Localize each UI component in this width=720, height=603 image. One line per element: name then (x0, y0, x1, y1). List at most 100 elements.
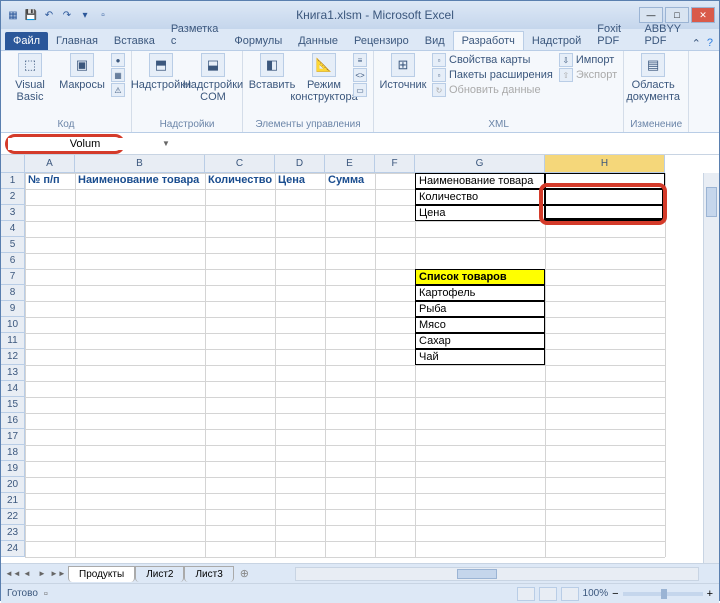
row-header[interactable]: 1 (1, 173, 25, 189)
import-button[interactable]: ⇩Импорт (559, 53, 617, 67)
row-header[interactable]: 4 (1, 221, 25, 237)
row-header[interactable]: 20 (1, 477, 25, 493)
scrollbar-thumb[interactable] (457, 569, 497, 579)
col-header[interactable]: A (25, 155, 75, 173)
cell[interactable]: № п/п (25, 173, 75, 189)
row-header[interactable]: 14 (1, 381, 25, 397)
cell[interactable]: Сумма (325, 173, 375, 189)
cell[interactable]: Сахар (415, 333, 545, 349)
row-header[interactable]: 17 (1, 429, 25, 445)
row-header[interactable]: 7 (1, 269, 25, 285)
help-icon[interactable]: ? (707, 37, 713, 50)
cell[interactable]: Список товаров (415, 269, 545, 285)
cell[interactable]: Рыба (415, 301, 545, 317)
ribbon-minimize-icon[interactable]: ⌃ (692, 37, 701, 50)
page-break-view-button[interactable] (561, 587, 579, 601)
com-addins-button[interactable]: ⬓Надстройки COM (190, 53, 236, 103)
normal-view-button[interactable] (517, 587, 535, 601)
addins-button[interactable]: ⬒Надстройки (138, 53, 184, 91)
horizontal-scrollbar[interactable] (295, 567, 699, 581)
map-props-button[interactable]: ▫Свойства карты (432, 53, 553, 67)
qat-item-icon[interactable]: ▫ (95, 7, 111, 23)
tab-Данные[interactable]: Данные (290, 32, 346, 50)
macro-record-icon[interactable]: ▫ (44, 588, 48, 600)
cell[interactable]: Наименование товара (415, 173, 545, 189)
tab-Foxit PDF[interactable]: Foxit PDF (589, 20, 636, 50)
row-header[interactable]: 18 (1, 445, 25, 461)
zoom-slider[interactable] (623, 592, 703, 596)
cell[interactable]: Количество (205, 173, 275, 189)
slider-thumb[interactable] (661, 589, 667, 599)
save-icon[interactable]: 💾 (23, 7, 39, 23)
source-button[interactable]: ⊞Источник (380, 53, 426, 91)
row-header[interactable]: 22 (1, 509, 25, 525)
undo-icon[interactable]: ↶ (41, 7, 57, 23)
tab-Вставка[interactable]: Вставка (106, 32, 163, 50)
tab-Рецензиро[interactable]: Рецензиро (346, 32, 417, 50)
row-header[interactable]: 12 (1, 349, 25, 365)
macros-button[interactable]: ▣Макросы (59, 53, 105, 91)
col-header[interactable]: D (275, 155, 325, 173)
row-header[interactable]: 13 (1, 365, 25, 381)
zoom-level[interactable]: 100% (583, 588, 609, 599)
row-header[interactable]: 8 (1, 285, 25, 301)
tab-ABBYY PDF[interactable]: ABBYY PDF (636, 20, 691, 50)
zoom-out-button[interactable]: − (612, 588, 618, 600)
col-header[interactable]: G (415, 155, 545, 173)
cells[interactable]: № п/пНаименование товараКоличествоЦенаСу… (25, 173, 703, 563)
row-header[interactable]: 16 (1, 413, 25, 429)
row-header[interactable]: 6 (1, 253, 25, 269)
sheet-prev-button[interactable]: ◄ (20, 567, 34, 581)
cell[interactable]: Наименование товара (75, 173, 205, 189)
cell[interactable]: Цена (275, 173, 325, 189)
refresh-data-button[interactable]: ↻Обновить данные (432, 83, 553, 97)
properties-button[interactable]: ≡ (353, 53, 367, 67)
page-layout-view-button[interactable] (539, 587, 557, 601)
tab-Надстрой[interactable]: Надстрой (524, 32, 589, 50)
relative-refs-button[interactable]: ▦ (111, 68, 125, 82)
row-header[interactable]: 10 (1, 317, 25, 333)
row-header[interactable]: 9 (1, 301, 25, 317)
col-header[interactable]: E (325, 155, 375, 173)
insert-control-button[interactable]: ◧Вставить (249, 53, 295, 91)
vertical-scrollbar[interactable] (703, 173, 719, 563)
design-mode-button[interactable]: 📐Режим конструктора (301, 53, 347, 103)
export-button[interactable]: ⇧Экспорт (559, 68, 617, 82)
sheet-first-button[interactable]: ◄◄ (5, 567, 19, 581)
document-area-button[interactable]: ▤Область документа (630, 53, 676, 103)
expansion-button[interactable]: ▫Пакеты расширения (432, 68, 553, 82)
scrollbar-thumb[interactable] (706, 187, 717, 217)
row-header[interactable]: 11 (1, 333, 25, 349)
new-sheet-button[interactable]: ⊕ (234, 567, 255, 580)
cell[interactable]: Количество (415, 189, 545, 205)
col-header[interactable]: H (545, 155, 665, 173)
run-dialog-button[interactable]: ▭ (353, 83, 367, 97)
col-header[interactable]: F (375, 155, 415, 173)
tab-Главная[interactable]: Главная (48, 32, 106, 50)
row-header[interactable]: 24 (1, 541, 25, 557)
sheet-tab[interactable]: Лист2 (135, 566, 184, 582)
row-header[interactable]: 2 (1, 189, 25, 205)
row-header[interactable]: 3 (1, 205, 25, 221)
cell[interactable]: Мясо (415, 317, 545, 333)
tab-Вид[interactable]: Вид (417, 32, 453, 50)
cell[interactable]: Картофель (415, 285, 545, 301)
chevron-down-icon[interactable]: ▼ (162, 139, 170, 148)
redo-icon[interactable]: ↷ (59, 7, 75, 23)
cell[interactable]: Чай (415, 349, 545, 365)
formula-input[interactable] (150, 138, 719, 150)
tab-Разработч[interactable]: Разработч (453, 31, 524, 50)
name-box[interactable]: ▼ (5, 134, 125, 154)
col-header[interactable]: C (205, 155, 275, 173)
tab-Формулы[interactable]: Формулы (226, 32, 290, 50)
zoom-in-button[interactable]: + (707, 588, 713, 600)
row-header[interactable]: 15 (1, 397, 25, 413)
row-header[interactable]: 19 (1, 461, 25, 477)
sheet-last-button[interactable]: ►► (50, 567, 64, 581)
select-all-button[interactable] (1, 155, 25, 173)
cell[interactable]: Цена (415, 205, 545, 221)
close-button[interactable]: ✕ (691, 7, 715, 23)
row-header[interactable]: 23 (1, 525, 25, 541)
name-box-input[interactable] (8, 138, 162, 150)
sheet-tab[interactable]: Продукты (68, 566, 135, 582)
